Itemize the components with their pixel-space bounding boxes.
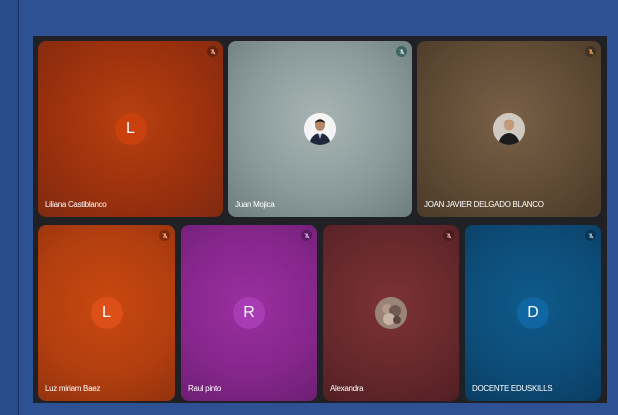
- participant-name: Alexandra: [330, 384, 364, 393]
- participant-name: JOAN JAVIER DELGADO BLANCO: [424, 200, 544, 209]
- participant-photo: [493, 113, 525, 145]
- participant-tile-docente[interactable]: D DOCENTE EDUSKILLS: [465, 225, 601, 401]
- mic-off-icon[interactable]: [585, 230, 596, 241]
- mic-off-icon[interactable]: [396, 46, 407, 57]
- avatar-initial: L: [102, 304, 111, 321]
- left-border: [0, 0, 19, 415]
- mic-off-icon[interactable]: [159, 230, 170, 241]
- mic-off-icon[interactable]: [443, 230, 454, 241]
- participant-tile-joan[interactable]: JOAN JAVIER DELGADO BLANCO: [417, 41, 601, 217]
- avatar: D: [517, 297, 549, 329]
- avatar-initial: D: [527, 304, 539, 321]
- avatar: L: [90, 297, 123, 329]
- participant-tile-luz[interactable]: L Luz miriam Baez: [38, 225, 175, 401]
- participant-tile-liliana[interactable]: L Liliana Castiblanco: [38, 41, 223, 217]
- participant-name: Juan Mojica: [235, 200, 275, 209]
- participant-name: Liliana Castiblanco: [45, 200, 107, 209]
- participant-tile-alexandra[interactable]: Alexandra: [323, 225, 459, 401]
- participant-name: Luz miriam Baez: [45, 384, 101, 393]
- mic-off-icon[interactable]: [207, 46, 218, 57]
- avatar: L: [114, 113, 147, 145]
- participant-tile-raul[interactable]: R Raul pinto: [181, 225, 317, 401]
- avatar-initial: L: [126, 120, 135, 137]
- mic-off-icon[interactable]: [585, 46, 596, 57]
- participant-tile-juan[interactable]: Juan Mojica: [228, 41, 412, 217]
- meeting-grid: L Liliana Castiblanco Juan Mojica JOAN J…: [33, 36, 607, 403]
- mic-off-icon[interactable]: [301, 230, 312, 241]
- participant-name: DOCENTE EDUSKILLS: [472, 384, 553, 393]
- avatar: R: [233, 297, 265, 329]
- participant-name: Raul pinto: [188, 384, 222, 393]
- participant-photo: [375, 297, 407, 329]
- avatar-initial: R: [243, 304, 255, 321]
- participant-photo: [304, 113, 336, 145]
